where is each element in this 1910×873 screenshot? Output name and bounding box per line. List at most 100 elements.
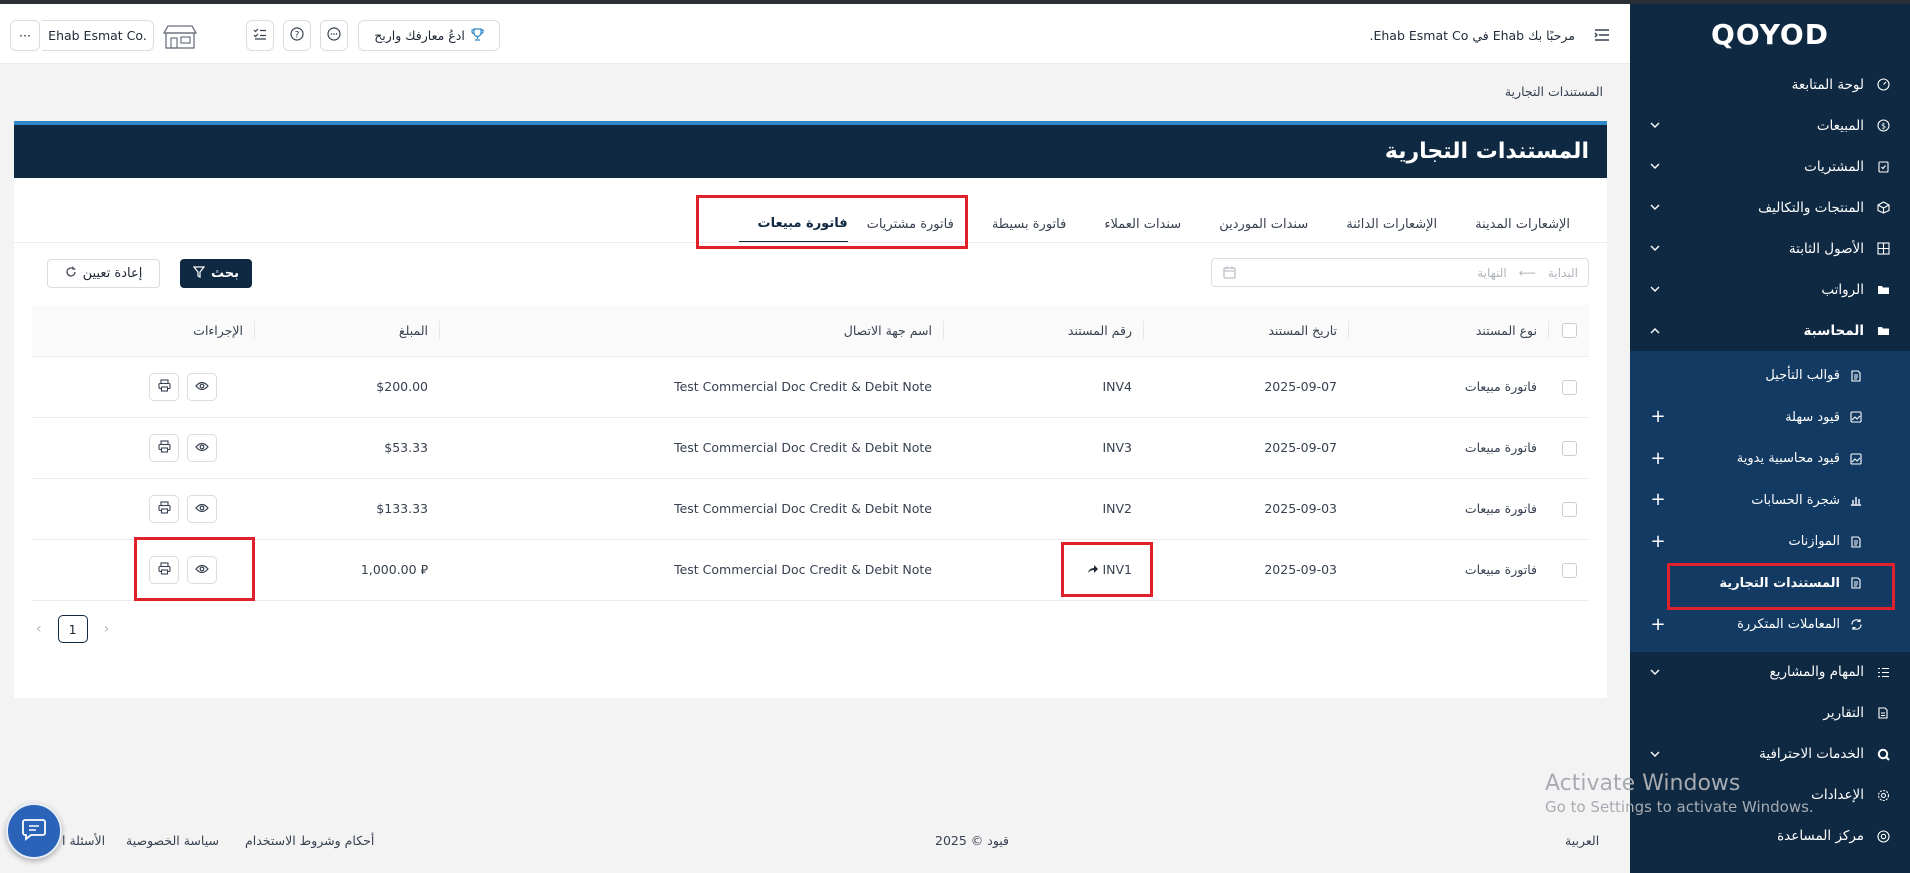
qoyod-logo[interactable]: QOYOD	[1630, 4, 1910, 64]
row-checkbox[interactable]	[1562, 379, 1577, 395]
col-doc-date[interactable]: تاريخ المستند	[1144, 305, 1349, 357]
calendar-icon	[1222, 266, 1236, 280]
view-button[interactable]	[187, 494, 217, 523]
table-row[interactable]: فاتورة مبيعات 2025-09-07 INV3 Test Commerci…	[32, 417, 1589, 479]
sidebar-item-bottom-1[interactable]: التقارير	[1630, 693, 1910, 734]
chevron-down-icon[interactable]	[1648, 242, 1662, 256]
dashboard-icon	[1874, 76, 1892, 94]
view-button[interactable]	[187, 433, 217, 462]
plus-placeholder	[1650, 575, 1666, 591]
tab-2[interactable]: فاتورة بسيطة	[973, 205, 1086, 243]
chevron-down-icon[interactable]	[1648, 201, 1662, 215]
company-selector[interactable]: Ehab Esmat Co.	[42, 20, 154, 51]
add-plus-icon[interactable]: +	[1650, 408, 1666, 426]
print-button[interactable]	[149, 372, 179, 401]
add-plus-icon[interactable]: +	[1650, 532, 1666, 550]
sidebar-item-top-5[interactable]: الرواتب	[1630, 269, 1910, 310]
menu-toggle-icon[interactable]	[1594, 28, 1610, 42]
view-button[interactable]	[187, 372, 217, 401]
sidebar-item-bottom-2[interactable]: الخدمات الاحترافية	[1630, 734, 1910, 775]
search-icon	[1874, 745, 1892, 763]
store-icon[interactable]	[162, 24, 198, 50]
chevron-down-icon[interactable]	[1648, 160, 1662, 174]
sidebar-item-bottom-4[interactable]: مركز المساعدة	[1630, 816, 1910, 857]
chevron-up-icon[interactable]	[1648, 324, 1662, 338]
row-checkbox[interactable]	[1562, 562, 1577, 578]
tab-4[interactable]: سندات الموردين	[1200, 205, 1327, 243]
chevron-down-icon[interactable]	[1648, 665, 1662, 679]
next-page-button[interactable]: ›	[104, 621, 110, 637]
sidebar-item-top-3[interactable]: المنتجات والتكاليف	[1630, 187, 1910, 228]
doc-number-text: INV1	[1102, 562, 1132, 577]
cell-amount: $133.33	[255, 478, 440, 540]
table-row[interactable]: فاتورة مبيعات 2025-09-07 INV4 Test Commerci…	[32, 356, 1589, 418]
col-contact-name[interactable]: اسم جهة الاتصال	[440, 305, 944, 357]
print-button[interactable]	[149, 494, 179, 523]
chevron-down-icon[interactable]	[1648, 747, 1662, 761]
submenu-item-3[interactable]: شجرة الحسابات +	[1630, 480, 1910, 522]
add-plus-icon[interactable]: +	[1650, 449, 1666, 467]
sidebar-item-top-4[interactable]: الأصول الثابتة	[1630, 228, 1910, 269]
folder-icon	[1874, 322, 1892, 340]
row-checkbox[interactable]	[1562, 440, 1577, 456]
start-date-input[interactable]: البداية	[1548, 266, 1578, 280]
printer-icon	[157, 561, 171, 578]
folder-icon	[1874, 281, 1892, 299]
col-amount[interactable]: المبلغ	[255, 305, 440, 357]
table-row[interactable]: فاتورة مبيعات 2025-09-03 INV2 Test Commerci…	[32, 478, 1589, 540]
col-doc-type[interactable]: نوع المستند	[1349, 305, 1549, 357]
print-button[interactable]	[149, 433, 179, 462]
tab-5[interactable]: الإشعارات الدائنة	[1327, 205, 1456, 243]
support-chat-button[interactable]	[6, 803, 62, 859]
add-plus-icon[interactable]: +	[1650, 491, 1666, 509]
tab-6[interactable]: الإشعارات المدينة	[1456, 205, 1589, 243]
col-doc-number[interactable]: رقم المستند	[944, 305, 1144, 357]
reset-button[interactable]: إعادة تعيين	[47, 259, 160, 288]
terms-link[interactable]: أحكام وشروط الاستخدام	[245, 833, 374, 848]
cell-doc-number[interactable]: INV1	[1087, 562, 1132, 577]
sidebar-item-top-6[interactable]: المحاسبة	[1630, 310, 1910, 351]
search-button[interactable]: بحث	[180, 259, 252, 288]
faq-link[interactable]: الأسئلة ا	[62, 833, 105, 848]
submenu-item-1[interactable]: قيود سهلة +	[1630, 397, 1910, 439]
page-number-current[interactable]: 1	[57, 615, 88, 643]
submenu-item-5[interactable]: المستندات التجارية	[1630, 563, 1910, 605]
doc-icon	[1848, 575, 1864, 591]
chevron-down-icon[interactable]	[1648, 119, 1662, 133]
refer-earn-button[interactable]: ادعُ معارفك واربح	[358, 20, 500, 51]
sidebar-item-top-1[interactable]: $ المبيعات	[1630, 105, 1910, 146]
view-button[interactable]	[187, 555, 217, 584]
trophy-icon	[471, 27, 484, 44]
tab-3[interactable]: سندات العملاء	[1085, 205, 1200, 243]
print-button[interactable]	[149, 555, 179, 584]
cell-doc-number[interactable]: INV4	[1102, 379, 1132, 394]
cell-doc-number[interactable]: INV3	[1102, 440, 1132, 455]
date-range-picker[interactable]: البداية ⟵ النهاية	[1211, 258, 1589, 287]
submenu-item-2[interactable]: قيود محاسبية يدوية +	[1630, 438, 1910, 480]
add-plus-icon[interactable]: +	[1650, 615, 1666, 633]
more-button[interactable]: ···	[10, 20, 40, 51]
table-row[interactable]: فاتورة مبيعات 2025-09-03 INV1 Test Commerci…	[32, 539, 1589, 601]
language-link[interactable]: العربية	[1565, 833, 1599, 848]
help-button[interactable]: ?	[283, 20, 311, 51]
privacy-link[interactable]: سياسة الخصوصية	[126, 833, 219, 848]
submenu-item-6[interactable]: المعاملات المتكررة +	[1630, 604, 1910, 646]
sidebar-item-top-2[interactable]: المشتريات	[1630, 146, 1910, 187]
row-checkbox[interactable]	[1562, 501, 1577, 517]
tasks-button[interactable]	[246, 20, 274, 51]
cell-doc-number[interactable]: INV2	[1102, 501, 1132, 516]
submenu-item-4[interactable]: الموازنات +	[1630, 521, 1910, 563]
sidebar-item-top-0[interactable]: لوحة المتابعة	[1630, 64, 1910, 105]
chevron-down-icon[interactable]	[1648, 283, 1662, 297]
submenu-item-label: قيود محاسبية يدوية	[1736, 451, 1840, 467]
submenu-item-0[interactable]: قوالب التأجيل	[1630, 355, 1910, 397]
chat-button[interactable]	[320, 20, 348, 51]
breadcrumb[interactable]: المستندات التجارية	[1505, 84, 1603, 99]
tab-0[interactable]: فاتورة مبيعات	[738, 205, 848, 243]
tab-1[interactable]: فاتورة مشتريات	[848, 205, 973, 243]
prev-page-button[interactable]: ‹	[36, 621, 42, 637]
sidebar-item-label: لوحة المتابعة	[1791, 76, 1864, 93]
sidebar-item-bottom-0[interactable]: المهام والمشاريع	[1630, 652, 1910, 693]
select-all-checkbox[interactable]	[1562, 323, 1577, 339]
end-date-input[interactable]: النهاية	[1477, 266, 1507, 280]
